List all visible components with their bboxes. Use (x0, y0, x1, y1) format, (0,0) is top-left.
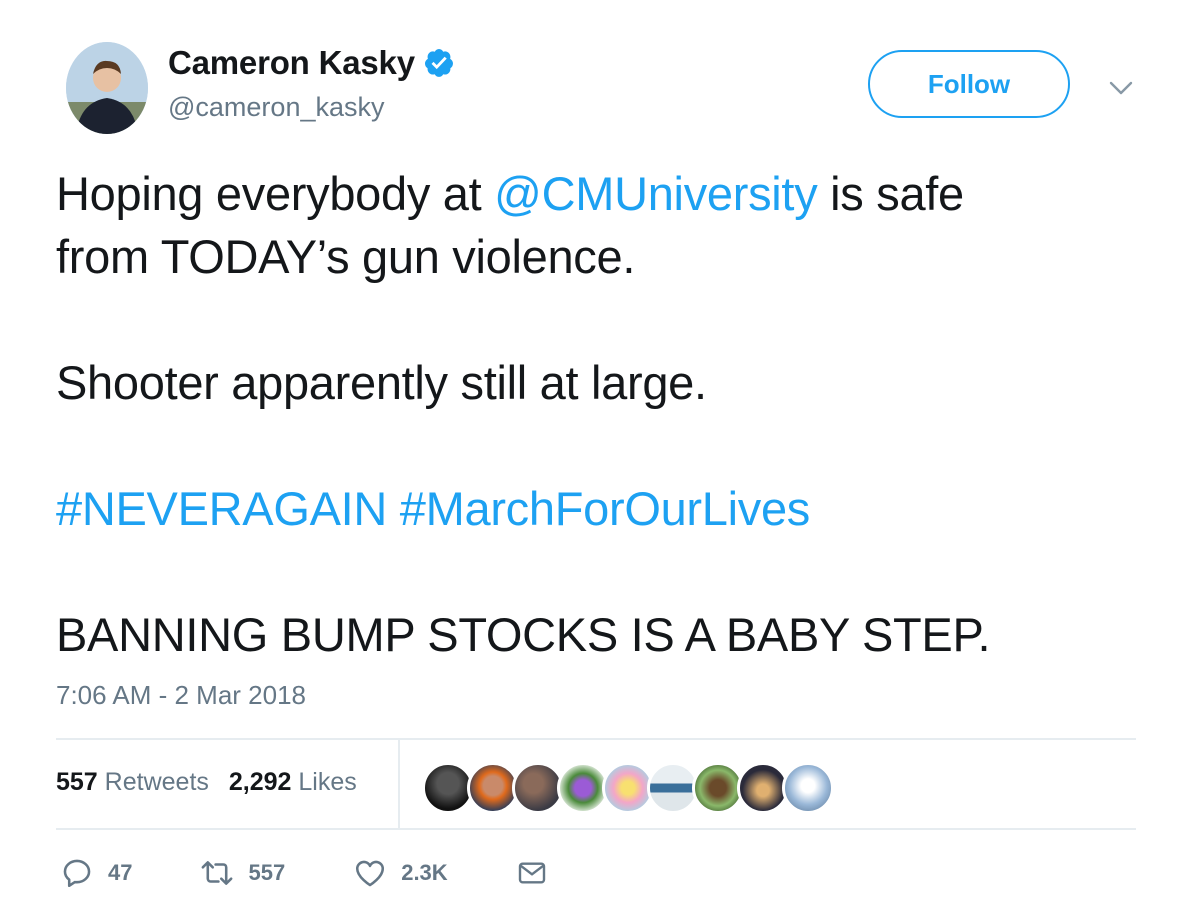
retweet-button[interactable]: 557 (200, 856, 285, 890)
reply-icon (63, 859, 91, 888)
avatar[interactable] (66, 42, 148, 134)
hashtag-link[interactable]: #MarchForOurLives (400, 482, 811, 535)
likes-stat[interactable]: 2,292 Likes (229, 768, 357, 797)
envelope-icon (518, 862, 545, 884)
tweet-line: BANNING BUMP STOCKS IS A BABY STEP. (56, 608, 991, 661)
chevron-down-icon[interactable] (1108, 78, 1134, 98)
tweet-line: #NEVERAGAIN #MarchForOurLives (56, 477, 1166, 540)
retweets-stat[interactable]: 557 Retweets (56, 768, 209, 797)
direct-message-button[interactable] (516, 857, 548, 889)
tweet-actions: 47 557 2.3K (60, 856, 616, 890)
author-handle[interactable]: @cameron_kasky (168, 92, 385, 123)
tweet-line: Shooter apparently still at large. (56, 356, 707, 409)
heart-icon (356, 860, 385, 887)
like-count: 2.3K (401, 860, 448, 885)
tweet-line: Hoping everybody at @CMUniversity is saf… (56, 162, 1166, 225)
tweet-line: from TODAY’s gun violence. (56, 230, 636, 283)
author-name[interactable]: Cameron Kasky (168, 44, 415, 82)
divider (56, 738, 1136, 740)
divider (56, 828, 1136, 830)
tweet-text: Hoping everybody at @CMUniversity is saf… (56, 162, 1166, 666)
like-button[interactable]: 2.3K (353, 856, 448, 890)
tweet-timestamp[interactable]: 7:06 AM - 2 Mar 2018 (56, 680, 306, 711)
tweet-stats: 557 Retweets 2,292 Likes (56, 768, 357, 797)
mention-link[interactable]: @CMUniversity (494, 167, 818, 220)
verified-badge-icon (424, 49, 453, 77)
likers-avatars (422, 762, 834, 814)
retweet-count: 557 (248, 860, 286, 885)
retweet-icon (202, 861, 233, 885)
hashtag-link[interactable]: #NEVERAGAIN (56, 482, 387, 535)
liker-avatar[interactable] (782, 762, 834, 814)
divider (398, 740, 400, 829)
follow-button[interactable]: Follow (868, 50, 1070, 118)
tweet-text-segment: Hoping everybody at (56, 167, 495, 220)
reply-count: 47 (108, 860, 133, 885)
tweet-text-segment: is safe (817, 167, 964, 220)
reply-button[interactable]: 47 (60, 856, 132, 890)
